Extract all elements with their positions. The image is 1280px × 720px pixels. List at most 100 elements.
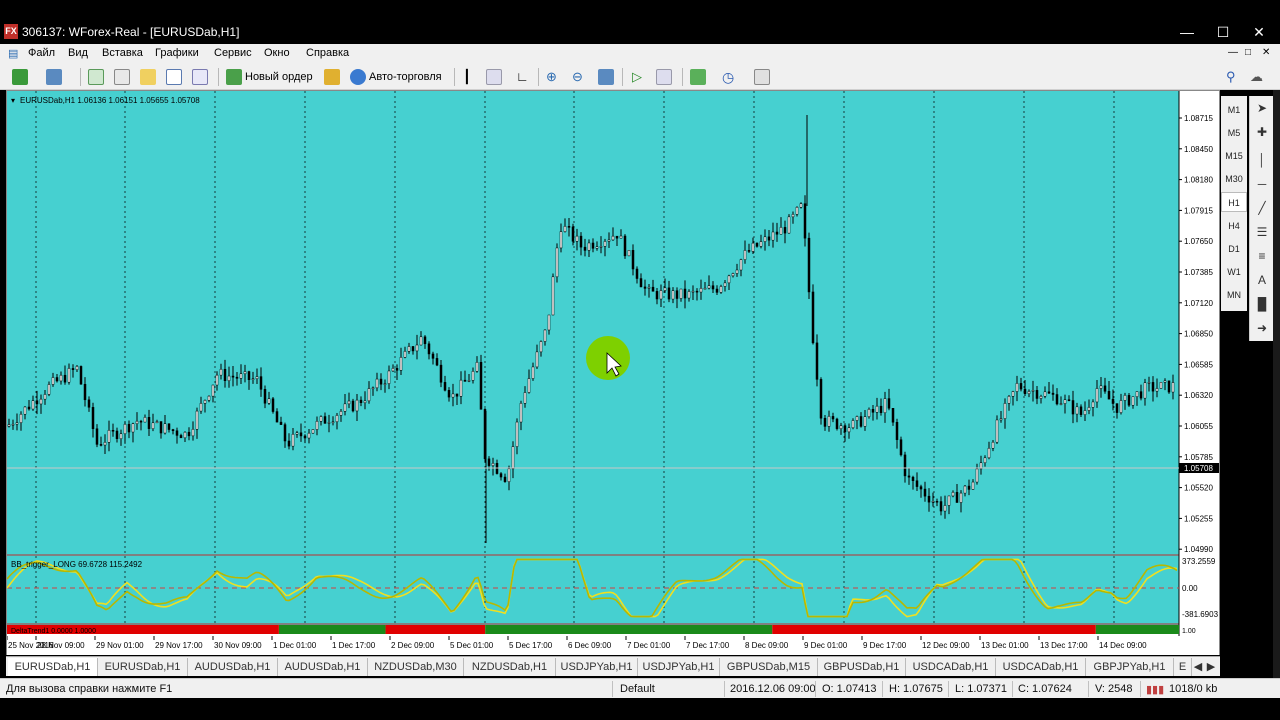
horizontal-line-icon[interactable]: ─ (1254, 176, 1270, 192)
candle-body (551, 276, 555, 316)
tab-chart-5[interactable]: NZDUSDab,M30 (368, 658, 464, 676)
chat-icon[interactable]: ☁ (1250, 68, 1263, 86)
bar-chart-icon[interactable]: ┃ (463, 68, 471, 86)
chart-shift-icon[interactable]: ▷ (632, 68, 642, 86)
candle-body (815, 342, 819, 380)
candle-body (959, 492, 963, 503)
candle-body (31, 400, 35, 410)
new-chart-icon[interactable] (12, 69, 28, 85)
menu-window[interactable]: Окно (264, 47, 290, 59)
candle-body (787, 216, 791, 234)
tf-d1[interactable]: D1 (1221, 239, 1247, 259)
tester-icon[interactable] (192, 69, 208, 85)
channel-icon[interactable]: ☰ (1254, 224, 1270, 240)
tf-m5[interactable]: M5 (1221, 123, 1247, 143)
tab-chart-9[interactable]: GBPUSDab,M15 (720, 658, 818, 676)
line-chart-icon[interactable]: ∟ (516, 68, 529, 86)
tile-windows-icon[interactable] (598, 69, 614, 85)
tab-chart-7[interactable]: USDJPYab,H1 (556, 658, 638, 676)
tab-scroll-left-icon[interactable]: ◀ (1192, 658, 1204, 676)
candle-body (903, 454, 907, 477)
candle-body (707, 285, 711, 289)
tab-chart-13[interactable]: GBPJPYab,H1 (1086, 658, 1174, 676)
candle-body (427, 343, 431, 355)
search-icon[interactable]: ⚲ (1226, 68, 1236, 86)
periods-icon[interactable]: ◷ (722, 68, 734, 86)
tf-m15[interactable]: M15 (1221, 146, 1247, 166)
price-chart[interactable]: 1.08715 1.08450 1.08180 1.07915 1.07650 1.073… (7, 91, 1219, 655)
doc-menu-icon[interactable]: ▤ (8, 47, 18, 60)
indicator-label: BB_trigger_LONG 69.6728 115.2492 (11, 560, 143, 569)
vertical-line-icon[interactable]: │ (1254, 152, 1270, 168)
candle-body (439, 364, 443, 383)
auto-trading-icon[interactable] (350, 69, 366, 85)
menu-charts[interactable]: Графики (155, 47, 199, 59)
maximize-icon[interactable]: ☐ (1208, 22, 1238, 42)
fibonacci-icon[interactable]: ≡ (1254, 248, 1270, 264)
candle-body (715, 288, 719, 293)
tab-chart-14[interactable]: E (1174, 658, 1192, 676)
menu-file[interactable]: Файл (28, 47, 55, 59)
autoscroll-icon[interactable] (656, 69, 672, 85)
data-window-icon[interactable] (114, 69, 130, 85)
tab-chart-1[interactable]: EURUSDab,H1 (8, 658, 98, 676)
templates-icon[interactable] (754, 69, 770, 85)
tab-chart-3[interactable]: AUDUSDab,H1 (188, 658, 278, 676)
indicators-icon[interactable] (690, 69, 706, 85)
text-icon[interactable]: A (1254, 272, 1270, 288)
tab-chart-4[interactable]: AUDUSDab,H1 (278, 658, 368, 676)
candle-body (47, 384, 51, 395)
candle-body (411, 346, 415, 352)
new-order-button[interactable]: Новый ордер (245, 68, 313, 86)
tab-scroll-right-icon[interactable]: ▶ (1205, 658, 1217, 676)
tf-h4[interactable]: H4 (1221, 216, 1247, 236)
tab-chart-12[interactable]: USDCADab,H1 (996, 658, 1086, 676)
menu-tools[interactable]: Сервис (214, 47, 252, 59)
text-label-icon[interactable]: █ (1254, 296, 1270, 312)
minimize-icon[interactable]: — (1172, 22, 1202, 42)
market-watch-icon[interactable] (88, 69, 104, 85)
candle-body (363, 400, 367, 404)
auto-trading-button[interactable]: Авто-торговля (369, 68, 442, 86)
tab-chart-6[interactable]: NZDUSDab,H1 (464, 658, 556, 676)
doc-restore-icon[interactable]: □ (1245, 47, 1251, 58)
crosshair-icon[interactable]: ✚ (1254, 124, 1270, 140)
candle-body (395, 368, 399, 371)
tf-m30[interactable]: M30 (1221, 169, 1247, 189)
terminal-icon[interactable] (166, 69, 182, 85)
candlestick-icon[interactable] (486, 69, 502, 85)
trendline-icon[interactable]: ╱ (1254, 200, 1270, 216)
tab-chart-2[interactable]: EURUSDab,H1 (98, 658, 188, 676)
candle-body (887, 398, 891, 409)
tab-chart-11[interactable]: USDCADab,H1 (906, 658, 996, 676)
navigator-icon[interactable] (140, 69, 156, 85)
doc-minimize-icon[interactable]: — (1228, 47, 1238, 58)
tab-chart-8[interactable]: USDJPYab,H1 (638, 658, 720, 676)
zoom-out-icon[interactable]: ⊖ (572, 68, 583, 86)
new-order-icon[interactable] (226, 69, 242, 85)
candle-body (799, 203, 803, 208)
arrows-icon[interactable]: ➜ (1254, 320, 1270, 336)
tf-w1[interactable]: W1 (1221, 262, 1247, 282)
menu-view[interactable]: Вид (68, 47, 88, 59)
profiles-icon[interactable] (46, 69, 62, 85)
candle-body (667, 287, 671, 300)
menu-help[interactable]: Справка (306, 47, 349, 59)
candle-body (199, 403, 203, 412)
doc-close-icon[interactable]: ✕ (1262, 47, 1270, 58)
time-tick-label: 5 Dec 17:00 (509, 641, 553, 650)
menu-insert[interactable]: Вставка (102, 47, 143, 59)
cursor-icon[interactable]: ➤ (1254, 100, 1270, 116)
zoom-in-icon[interactable]: ⊕ (546, 68, 557, 86)
tf-mn[interactable]: MN (1221, 285, 1247, 305)
candle-body (1127, 395, 1131, 406)
metaeditor-icon[interactable] (324, 69, 340, 85)
candle-body (939, 501, 943, 512)
close-icon[interactable]: ✕ (1244, 22, 1274, 42)
tf-m1[interactable]: M1 (1221, 100, 1247, 120)
candle-body (71, 368, 75, 370)
candle-body (859, 416, 863, 427)
candle-body (311, 429, 315, 434)
tab-chart-10[interactable]: GBPUSDab,H1 (818, 658, 906, 676)
tf-h1[interactable]: H1 (1221, 192, 1247, 212)
